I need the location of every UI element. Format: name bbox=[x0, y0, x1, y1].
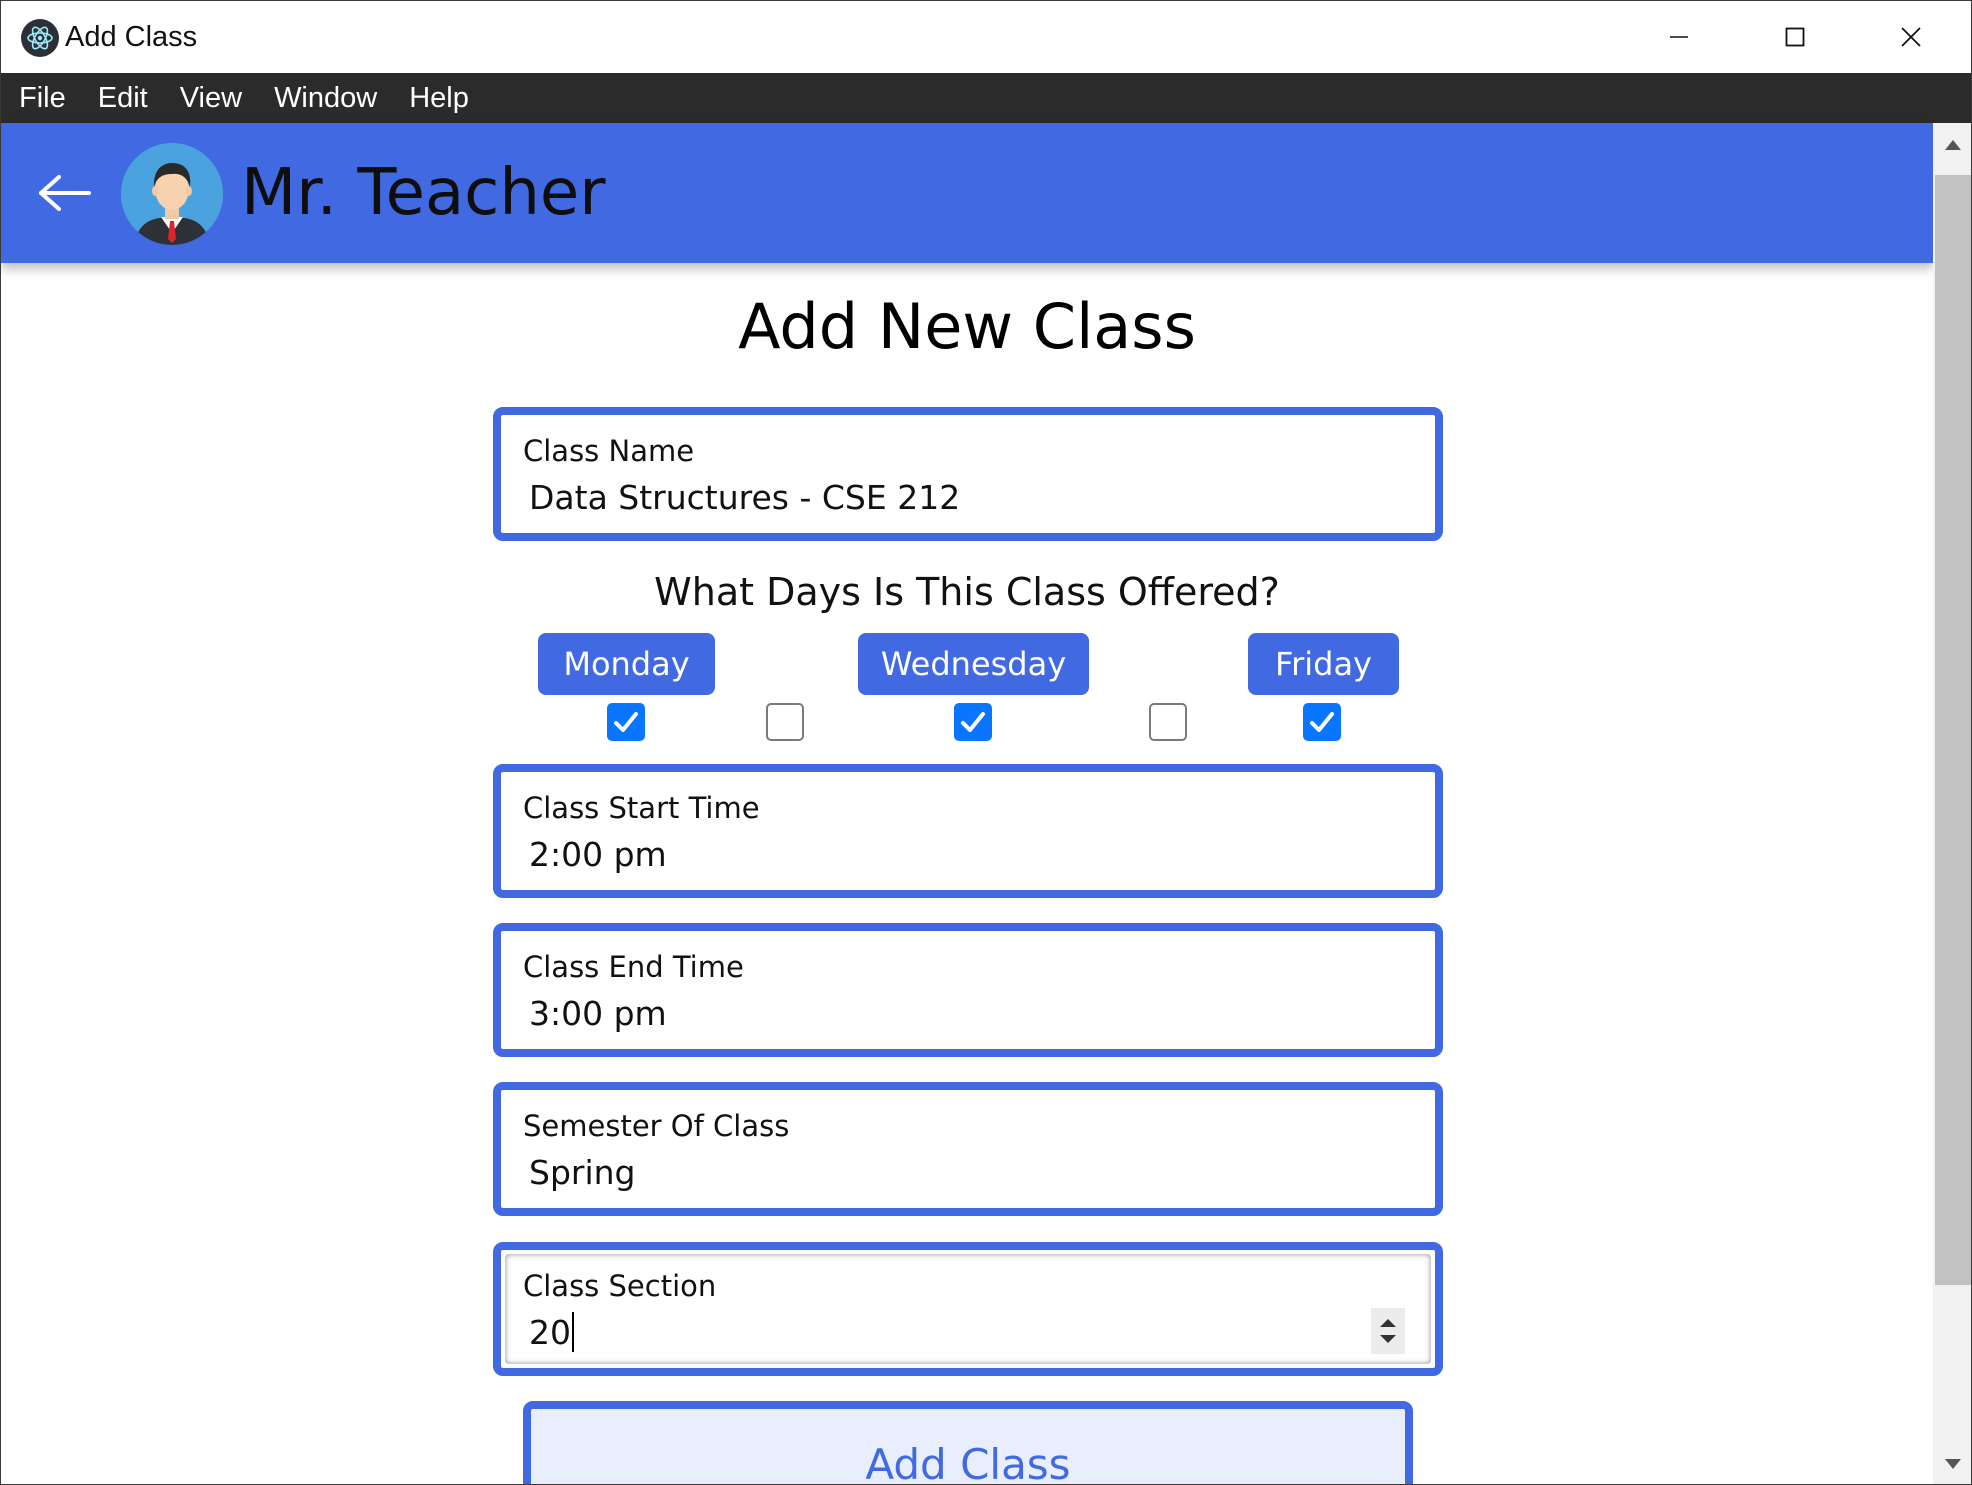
class-section-input[interactable]: 20 bbox=[529, 1312, 574, 1354]
page-title: Add New Class bbox=[738, 290, 1196, 363]
app-window: Add Class File Edit View Window Help Mr.… bbox=[0, 0, 1972, 1485]
checkbox-tuesday[interactable] bbox=[766, 703, 804, 741]
caret-up-icon bbox=[1945, 140, 1961, 150]
teacher-name: Mr. Teacher bbox=[241, 156, 606, 230]
class-start-time-input[interactable]: 2:00 pm bbox=[529, 834, 667, 876]
menu-help[interactable]: Help bbox=[409, 73, 469, 123]
app-header: Mr. Teacher bbox=[1, 123, 1933, 263]
close-button[interactable] bbox=[1853, 1, 1969, 73]
checkbox-thursday[interactable] bbox=[1149, 703, 1187, 741]
class-section-field[interactable]: Class Section 20 bbox=[493, 1242, 1443, 1376]
maximize-icon bbox=[1785, 27, 1805, 47]
scroll-down-button[interactable] bbox=[1933, 1442, 1971, 1484]
semester-input[interactable]: Spring bbox=[529, 1152, 636, 1194]
day-button-wednesday[interactable]: Wednesday bbox=[858, 633, 1089, 695]
checkmark-icon bbox=[961, 712, 985, 732]
class-section-value: 20 bbox=[529, 1313, 571, 1352]
day-button-friday[interactable]: Friday bbox=[1248, 633, 1399, 695]
scroll-up-button[interactable] bbox=[1933, 123, 1971, 167]
semester-label: Semester Of Class bbox=[523, 1109, 790, 1143]
add-class-button[interactable]: Add Class bbox=[523, 1401, 1413, 1485]
menu-window[interactable]: Window bbox=[274, 73, 377, 123]
class-section-label: Class Section bbox=[523, 1269, 717, 1303]
class-name-field[interactable]: Class Name Data Structures - CSE 212 bbox=[493, 407, 1443, 541]
back-button[interactable] bbox=[35, 165, 95, 221]
class-name-input[interactable]: Data Structures - CSE 212 bbox=[529, 477, 960, 519]
text-caret bbox=[572, 1312, 574, 1352]
class-end-time-input[interactable]: 3:00 pm bbox=[529, 993, 667, 1035]
class-start-time-label: Class Start Time bbox=[523, 791, 760, 825]
checkmark-icon bbox=[1310, 712, 1334, 732]
minimize-icon bbox=[1670, 36, 1688, 38]
spinner-down-icon[interactable] bbox=[1379, 1334, 1397, 1344]
add-class-button-label: Add Class bbox=[865, 1440, 1071, 1485]
spinner-up-icon[interactable] bbox=[1379, 1318, 1397, 1328]
window-title: Add Class bbox=[65, 21, 198, 53]
teacher-avatar-icon bbox=[121, 143, 223, 245]
vertical-scrollbar[interactable] bbox=[1933, 123, 1971, 1484]
menu-file[interactable]: File bbox=[19, 73, 66, 123]
semester-field[interactable]: Semester Of Class Spring bbox=[493, 1082, 1443, 1216]
scrollbar-thumb[interactable] bbox=[1935, 175, 1971, 1285]
teacher-avatar bbox=[121, 143, 223, 245]
caret-down-icon bbox=[1945, 1459, 1961, 1469]
checkbox-monday[interactable] bbox=[607, 703, 645, 741]
menu-bar: File Edit View Window Help bbox=[1, 73, 1971, 123]
number-spinner[interactable] bbox=[1371, 1308, 1405, 1354]
class-end-time-label: Class End Time bbox=[523, 950, 744, 984]
class-name-label: Class Name bbox=[523, 434, 695, 468]
menu-view[interactable]: View bbox=[180, 73, 242, 123]
checkmark-icon bbox=[614, 712, 638, 732]
checkbox-friday[interactable] bbox=[1303, 703, 1341, 741]
close-icon bbox=[1901, 27, 1921, 47]
day-button-monday[interactable]: Monday bbox=[538, 633, 715, 695]
minimize-button[interactable] bbox=[1621, 1, 1737, 73]
menu-edit[interactable]: Edit bbox=[98, 73, 148, 123]
title-bar: Add Class bbox=[1, 1, 1971, 73]
class-end-time-field[interactable]: Class End Time 3:00 pm bbox=[493, 923, 1443, 1057]
electron-app-icon bbox=[21, 19, 59, 57]
days-question: What Days Is This Class Offered? bbox=[654, 570, 1280, 614]
arrow-left-icon bbox=[39, 175, 91, 211]
maximize-button[interactable] bbox=[1737, 1, 1853, 73]
class-start-time-field[interactable]: Class Start Time 2:00 pm bbox=[493, 764, 1443, 898]
checkbox-wednesday[interactable] bbox=[954, 703, 992, 741]
